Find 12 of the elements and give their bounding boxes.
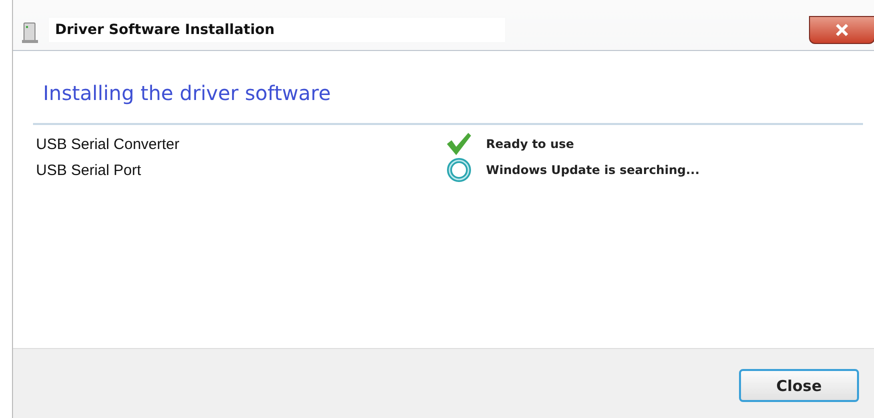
device-name: USB Serial Port bbox=[36, 162, 142, 178]
ring-icon bbox=[446, 157, 472, 183]
device-name: USB Serial Converter bbox=[36, 136, 180, 152]
close-icon bbox=[835, 24, 849, 36]
status-text: Ready to use bbox=[486, 137, 574, 151]
dialog-heading: Installing the driver software bbox=[43, 81, 332, 105]
status-text: Windows Update is searching... bbox=[486, 163, 700, 177]
close-button[interactable] bbox=[809, 16, 874, 44]
checkmark-icon bbox=[446, 131, 472, 157]
device-icon bbox=[21, 22, 39, 44]
window-title: Driver Software Installation bbox=[49, 18, 505, 42]
close-dialog-button[interactable]: Close bbox=[739, 369, 859, 402]
